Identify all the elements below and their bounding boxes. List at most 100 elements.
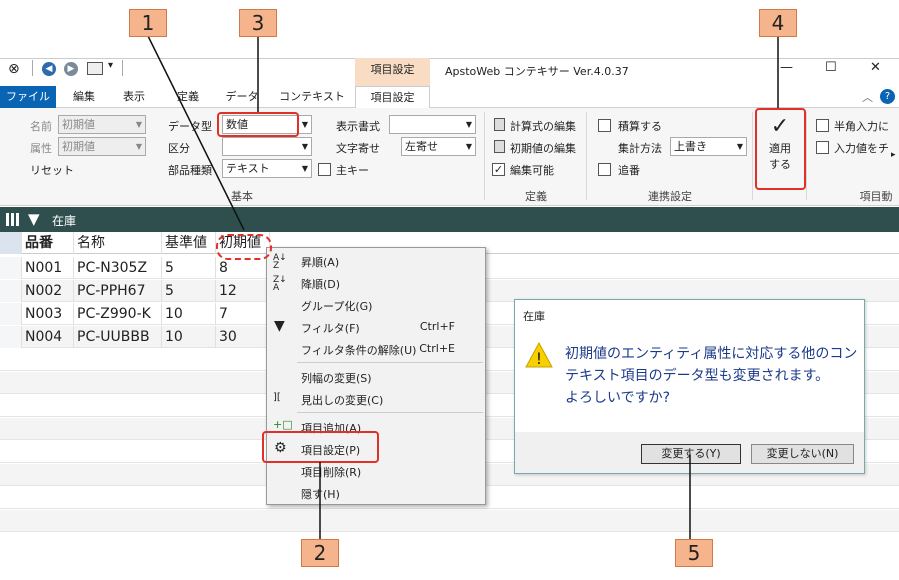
filter-icon: ▼ — [274, 318, 285, 334]
input-check-label: 入力値をチ — [834, 142, 889, 155]
group-item-label: 項目動 — [859, 190, 893, 203]
forward-icon[interactable]: ▶ — [64, 62, 78, 76]
menu-item-change-heading[interactable]: 見出しの変更(C) — [301, 392, 383, 408]
context-menu: A↓ Z 昇順(A) Z↓ A 降順(D) グループ化(G) ▼ フィルタ(F) C… — [266, 247, 486, 505]
highlight-item-settings — [262, 431, 379, 463]
table-cell[interactable]: 30 — [216, 326, 270, 348]
ribbon-scroll-right-icon[interactable]: ▸ — [891, 150, 896, 160]
highlight-apply-button — [755, 108, 806, 190]
sheet-title: 在庫 — [52, 214, 77, 228]
table-cell[interactable]: N002 — [22, 280, 74, 302]
chevron-down-icon: ▼ — [135, 142, 142, 151]
menu-separator — [297, 412, 483, 413]
dialog-message-line1: 初期値のエンティティ属性に対応する他のコン — [565, 346, 858, 362]
group-definition-label: 定義 — [525, 190, 547, 203]
initial-edit-button[interactable]: 初期値の編集 — [510, 140, 576, 156]
collapse-ribbon-icon[interactable]: ︿ — [862, 89, 873, 105]
no-button[interactable]: 変更しない(N) — [751, 444, 854, 464]
table-cell[interactable]: 7 — [216, 303, 270, 325]
ribbon-separator — [806, 112, 807, 200]
row-header — [0, 326, 22, 348]
keyboard-icon[interactable] — [87, 62, 103, 75]
row-header — [0, 257, 22, 279]
filter-icon[interactable]: ▼ — [28, 210, 40, 228]
menu-shortcut: Ctrl+F — [419, 320, 455, 333]
app-logo-icon: ⊗ — [8, 61, 20, 77]
displayformat-label: 表示書式 — [336, 120, 380, 133]
add-item-icon: +□ — [273, 418, 293, 431]
empty-row — [0, 510, 899, 532]
close-button[interactable]: ✕ — [870, 60, 881, 75]
append-label: 追番 — [618, 164, 640, 177]
aggregate-label: 集計方法 — [618, 142, 662, 155]
aggregate-dropdown[interactable]: 上書き ▼ — [670, 137, 747, 156]
tab-definition[interactable]: 定義 — [166, 86, 210, 108]
menu-item-sort-desc[interactable]: 降順(D) — [301, 276, 340, 292]
append-checkbox[interactable] — [598, 163, 611, 176]
kubun-dropdown[interactable]: ▼ — [222, 137, 312, 156]
minimize-button[interactable]: — — [780, 60, 793, 75]
column-header[interactable]: 品番 — [22, 232, 74, 254]
table-cell[interactable]: N004 — [22, 326, 74, 348]
table-cell[interactable]: 10 — [162, 303, 216, 325]
input-check-checkbox[interactable] — [816, 141, 829, 154]
tab-view[interactable]: 表示 — [112, 86, 156, 108]
qat-dropdown-icon[interactable]: ▾ — [108, 60, 113, 71]
table-cell[interactable]: 8 — [216, 257, 270, 279]
textalign-dropdown[interactable]: 左寄せ ▼ — [401, 137, 476, 156]
tab-context[interactable]: コンテキスト — [276, 86, 348, 108]
callout-5: 5 — [675, 539, 713, 567]
menu-item-filter[interactable]: フィルタ(F) — [301, 320, 360, 336]
kubun-label: 区分 — [168, 142, 190, 155]
tab-item-settings[interactable]: 項目設定 — [355, 86, 430, 108]
row-header — [0, 303, 22, 325]
table-cell[interactable]: 10 — [162, 326, 216, 348]
menu-item-column-width[interactable]: 列幅の変更(S) — [301, 370, 372, 386]
menu-item-hide[interactable]: 隠す(H) — [301, 486, 340, 502]
table-cell[interactable]: 5 — [162, 257, 216, 279]
accumulate-checkbox[interactable] — [598, 119, 611, 132]
menu-item-clear-filter[interactable]: フィルタ条件の解除(U) — [301, 342, 416, 358]
table-cell[interactable]: 5 — [162, 280, 216, 302]
reset-button[interactable]: リセット — [30, 162, 74, 178]
maximize-button[interactable]: ☐ — [825, 60, 837, 75]
callout-4: 4 — [759, 9, 797, 37]
row-header — [0, 280, 22, 302]
menu-item-sort-asc[interactable]: 昇順(A) — [301, 254, 339, 270]
column-header[interactable]: 基準値 — [162, 232, 216, 254]
help-icon[interactable]: ? — [880, 89, 895, 104]
menu-item-delete-item[interactable]: 項目削除(R) — [301, 464, 361, 480]
qat-separator — [122, 60, 123, 76]
ribbon-separator — [752, 112, 753, 200]
parttype-dropdown[interactable]: テキスト ▼ — [222, 159, 312, 178]
table-cell[interactable]: PC-UUBBB — [74, 326, 162, 348]
table-cell[interactable]: 12 — [216, 280, 270, 302]
column-header[interactable]: 名称 — [74, 232, 162, 254]
primarykey-checkbox[interactable] — [318, 163, 331, 176]
table-cell[interactable]: PC-N305Z — [74, 257, 162, 279]
menu-item-group[interactable]: グループ化(G) — [301, 298, 372, 314]
tab-data[interactable]: データ — [220, 86, 264, 108]
table-cell[interactable]: PC-Z990-K — [74, 303, 162, 325]
grid-icon[interactable] — [6, 213, 19, 226]
table-cell[interactable]: PC-PPH67 — [74, 280, 162, 302]
formula-edit-button[interactable]: 計算式の編集 — [510, 118, 576, 134]
table-cell[interactable]: N001 — [22, 257, 74, 279]
chevron-down-icon: ▼ — [465, 142, 472, 151]
displayformat-dropdown[interactable]: ▼ — [389, 115, 476, 134]
table-cell[interactable]: N003 — [22, 303, 74, 325]
calculator-icon — [494, 118, 505, 131]
sheet-header-bar: ▼ 在庫 — [0, 207, 899, 232]
group-link-label: 連携設定 — [648, 190, 692, 203]
halfwidth-checkbox[interactable] — [816, 119, 829, 132]
ribbon-separator — [484, 112, 485, 200]
warning-icon: ! — [525, 342, 553, 368]
qat-separator — [32, 60, 33, 76]
tab-edit[interactable]: 編集 — [62, 86, 106, 108]
tab-file[interactable]: ファイル — [0, 86, 56, 108]
yes-button[interactable]: 変更する(Y) — [641, 444, 741, 464]
callout-1: 1 — [129, 9, 167, 37]
chevron-down-icon: ▼ — [301, 142, 308, 151]
editable-checkbox[interactable]: ✓ — [492, 163, 505, 176]
back-icon[interactable]: ◀ — [42, 62, 56, 76]
